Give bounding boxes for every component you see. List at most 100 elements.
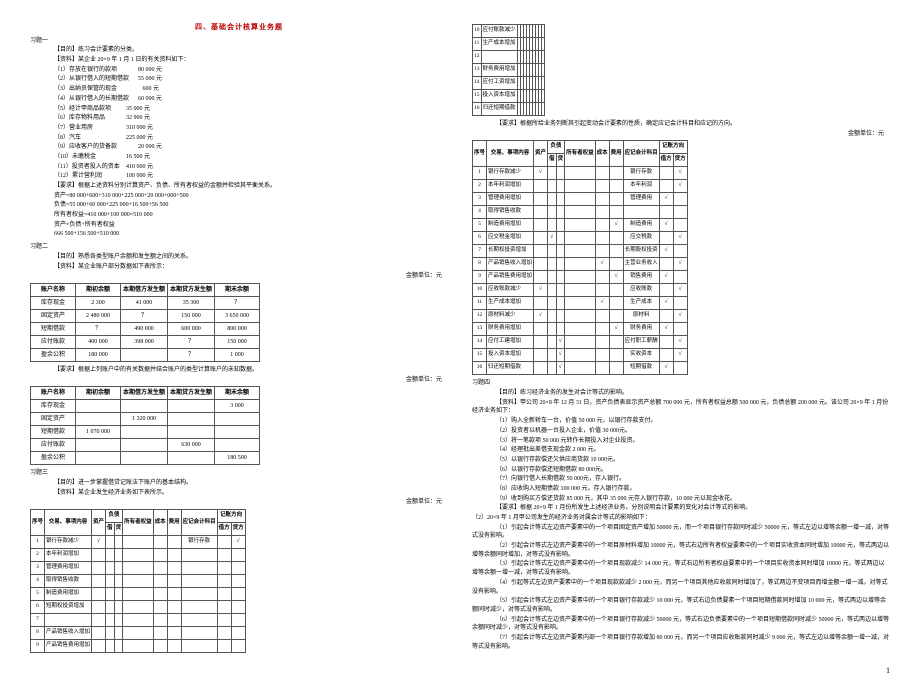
table-row: 16归还短期借款√短期借款√ <box>473 362 688 375</box>
table-row: 应付账款630 000 <box>31 439 260 452</box>
cell <box>217 536 231 549</box>
cell: 13 <box>473 64 482 77</box>
cell <box>217 627 231 640</box>
table-row: 固定资产2 480 000？150 0003 650 000 <box>31 309 260 322</box>
cell <box>168 413 215 426</box>
cell <box>609 336 623 349</box>
cell: √ <box>673 232 687 245</box>
cell <box>92 562 106 575</box>
list-item: （12）累计营利润 100 000 元 <box>30 172 448 181</box>
col-header: 记账方向 <box>217 510 245 523</box>
cell <box>609 284 623 297</box>
cell: 3 <box>473 193 487 206</box>
x2-objective: 【目的】熟悉各类型账户余额和发生额之间的关系。 <box>30 253 448 262</box>
cell: 银行存款 <box>181 536 217 549</box>
cell <box>168 400 215 413</box>
cell <box>106 601 115 614</box>
x1-requirement: 【要求】根据上述资料分别计算资产、负债、所有者权益的金额并检验其平衡关系。 <box>30 182 448 191</box>
cell <box>556 193 565 206</box>
cell <box>595 167 609 180</box>
cell <box>548 193 557 206</box>
cell <box>167 588 181 601</box>
list-item: （5）经计甲商品款项 35 000 元 <box>30 105 448 114</box>
col-header: 期末余额 <box>215 283 260 296</box>
table-row: 12原材料减少√原材料√ <box>473 310 688 323</box>
cell <box>534 219 548 232</box>
x1-items-list: （1）存放在银行的款项 80 000 元（2）从银行借入的短期借款 55 000… <box>30 66 448 181</box>
cell: √ <box>609 271 623 284</box>
cell: 41 000 <box>121 296 168 309</box>
cell <box>106 588 115 601</box>
table-row: 短期借款？490 000600 000800 000 <box>31 322 260 335</box>
col-header: 序号 <box>31 510 45 536</box>
cell <box>556 271 565 284</box>
cell: 2 <box>473 180 487 193</box>
cell <box>565 219 596 232</box>
cell <box>167 562 181 575</box>
cell: 本年利润增加 <box>487 180 534 193</box>
cell <box>123 562 154 575</box>
cell <box>673 362 687 375</box>
cell <box>595 284 609 297</box>
cell: √ <box>659 193 673 206</box>
cell <box>534 297 548 310</box>
cell: √ <box>673 349 687 362</box>
cell: ？ <box>121 309 168 322</box>
cell <box>541 25 544 38</box>
cell <box>153 601 167 614</box>
cell: 630 000 <box>168 439 215 452</box>
cell <box>215 426 260 439</box>
cell <box>106 627 115 640</box>
cell <box>231 627 245 640</box>
cell: 5 <box>473 219 487 232</box>
cell <box>565 349 596 362</box>
cell <box>659 258 673 271</box>
cell <box>609 349 623 362</box>
x1-heading: 习题一 <box>30 37 448 46</box>
col-header: 所有者权益 <box>123 510 154 536</box>
cell <box>92 627 106 640</box>
cell: 管理费用增加 <box>487 193 534 206</box>
cell: √ <box>556 362 565 375</box>
cell: 财务费用增加 <box>487 323 534 336</box>
list-item: 负债=55 000+60 000+225 000+16 500+56 500 <box>30 201 448 210</box>
cell: √ <box>673 284 687 297</box>
list-item: 666 500+156 500+510 000 <box>30 230 448 239</box>
cell: 生产成本 <box>623 297 659 310</box>
cell: 10 <box>473 25 482 38</box>
cell: 398 000 <box>121 335 168 348</box>
cell: 库存现金 <box>31 296 76 309</box>
table-row: 3管理费用增加 <box>31 562 246 575</box>
cell <box>548 271 557 284</box>
list-item: （11）投资者投入的资本 410 000 元 <box>30 163 448 172</box>
list-item: （8）应收购入短期债款 100 000 元，存入银行存款。 <box>472 485 890 494</box>
cell <box>121 426 168 439</box>
cell <box>534 193 548 206</box>
cell: √ <box>609 219 623 232</box>
x4-objective: 【目的】练习经济业务的发生对会计等式的影响。 <box>472 389 890 398</box>
cell <box>556 245 565 258</box>
cell <box>541 64 544 77</box>
cell <box>481 51 517 64</box>
cell: √ <box>673 310 687 323</box>
cell: 14 <box>473 77 482 90</box>
cell: 制造费用增加 <box>487 219 534 232</box>
cell <box>114 588 123 601</box>
cell: 180 500 <box>215 452 260 465</box>
cell <box>548 336 557 349</box>
cell <box>556 310 565 323</box>
cell <box>595 310 609 323</box>
cell <box>595 336 609 349</box>
cell <box>231 601 245 614</box>
cell: 投入资本增加 <box>487 349 534 362</box>
cell: 取得销售收款 <box>45 575 92 588</box>
cell: 8 <box>473 258 487 271</box>
cell: 生产成本增加 <box>481 38 517 51</box>
col-header: 成本 <box>153 510 167 536</box>
cell <box>541 38 544 51</box>
cell <box>231 575 245 588</box>
cell <box>659 232 673 245</box>
cell: 7 <box>31 614 45 627</box>
x3-heading: 习题三 <box>30 469 448 478</box>
cell: 短期权投资增加 <box>45 601 92 614</box>
